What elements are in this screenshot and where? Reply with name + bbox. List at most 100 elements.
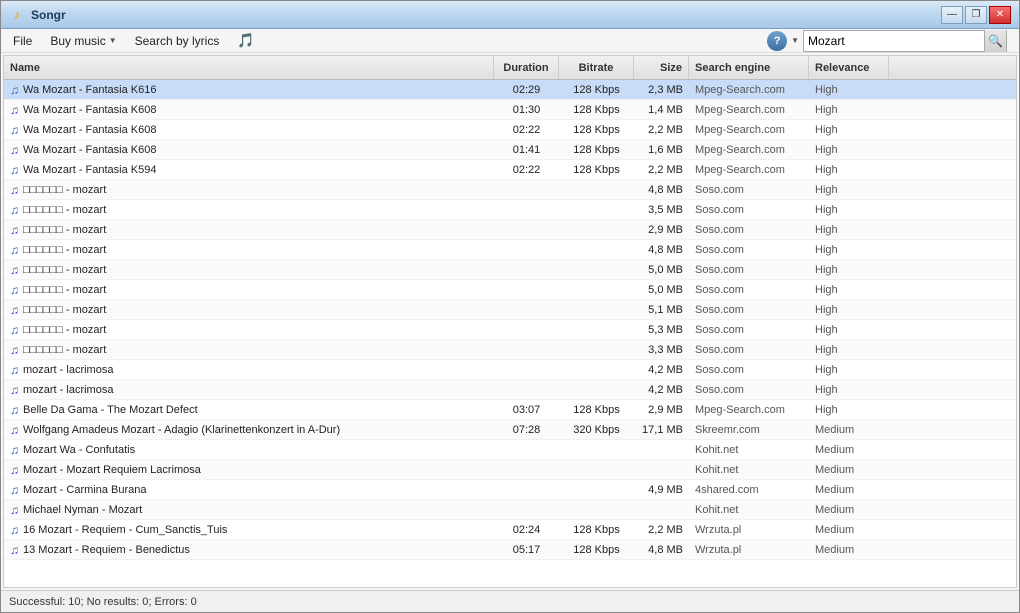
cell-engine: Wrzuta.pl — [689, 540, 809, 559]
cell-size: 4,8 MB — [634, 540, 689, 559]
menu-lyrics-icon[interactable]: 🎵 — [229, 30, 262, 51]
table-row[interactable]: ♫ □□□□□□ - mozart 3,5 MB Soso.com High — [4, 200, 1016, 220]
table-row[interactable]: ♫ Wa Mozart - Fantasia K608 01:41 128 Kb… — [4, 140, 1016, 160]
cell-engine: Soso.com — [689, 220, 809, 239]
cell-name: ♫ □□□□□□ - mozart — [4, 240, 494, 259]
cell-relevance: Medium — [809, 440, 889, 459]
cell-relevance: Medium — [809, 420, 889, 439]
cell-engine: Soso.com — [689, 320, 809, 339]
table-row[interactable]: ♫ □□□□□□ - mozart 5,1 MB Soso.com High — [4, 300, 1016, 320]
table-row[interactable]: ♫ □□□□□□ - mozart 5,0 MB Soso.com High — [4, 280, 1016, 300]
note-icon: ♫ — [10, 343, 19, 357]
table-row[interactable]: ♫ Belle Da Gama - The Mozart Defect 03:0… — [4, 400, 1016, 420]
table-row[interactable]: ♫ Mozart Wa - Confutatis Kohit.net Mediu… — [4, 440, 1016, 460]
close-button[interactable]: ✕ — [989, 6, 1011, 24]
table-row[interactable]: ♫ □□□□□□ - mozart 4,8 MB Soso.com High — [4, 180, 1016, 200]
table-row[interactable]: ♫ Wolfgang Amadeus Mozart - Adagio (Klar… — [4, 420, 1016, 440]
table-row[interactable]: ♫ □□□□□□ - mozart 3,3 MB Soso.com High — [4, 340, 1016, 360]
cell-relevance: High — [809, 260, 889, 279]
cell-engine: Wrzuta.pl — [689, 520, 809, 539]
cell-duration — [494, 220, 559, 239]
cell-bitrate: 128 Kbps — [559, 160, 634, 179]
cell-relevance: Medium — [809, 520, 889, 539]
cell-size: 2,2 MB — [634, 520, 689, 539]
cell-relevance: High — [809, 320, 889, 339]
cell-bitrate — [559, 440, 634, 459]
table-row[interactable]: ♫ □□□□□□ - mozart 5,0 MB Soso.com High — [4, 260, 1016, 280]
cell-name: ♫ mozart - lacrimosa — [4, 380, 494, 399]
cell-bitrate — [559, 200, 634, 219]
cell-engine: Soso.com — [689, 240, 809, 259]
cell-engine: Mpeg-Search.com — [689, 140, 809, 159]
cell-size: 2,2 MB — [634, 120, 689, 139]
table-row[interactable]: ♫ □□□□□□ - mozart 5,3 MB Soso.com High — [4, 320, 1016, 340]
cell-engine: Kohit.net — [689, 440, 809, 459]
search-area: ? ▼ 🔍 — [767, 30, 1015, 52]
table-row[interactable]: ♫ Wa Mozart - Fantasia K616 02:29 128 Kb… — [4, 80, 1016, 100]
menu-search-by-lyrics[interactable]: Search by lyrics — [127, 32, 228, 50]
table-row[interactable]: ♫ Wa Mozart - Fantasia K608 02:22 128 Kb… — [4, 120, 1016, 140]
cell-bitrate: 128 Kbps — [559, 100, 634, 119]
table-row[interactable]: ♫ Wa Mozart - Fantasia K594 02:22 128 Kb… — [4, 160, 1016, 180]
cell-relevance: High — [809, 220, 889, 239]
table-row[interactable]: ♫ 13 Mozart - Requiem - Benedictus 05:17… — [4, 540, 1016, 560]
table-row[interactable]: ♫ mozart - lacrimosa 4,2 MB Soso.com Hig… — [4, 380, 1016, 400]
cell-relevance: High — [809, 100, 889, 119]
table-row[interactable]: ♫ mozart - lacrimosa 4,2 MB Soso.com Hig… — [4, 360, 1016, 380]
cell-size: 4,9 MB — [634, 480, 689, 499]
cell-duration — [494, 180, 559, 199]
cell-size: 2,9 MB — [634, 400, 689, 419]
table-row[interactable]: ♫ Mozart - Mozart Requiem Lacrimosa Kohi… — [4, 460, 1016, 480]
note-icon: ♫ — [10, 223, 19, 237]
col-header-duration[interactable]: Duration — [494, 56, 559, 79]
cell-name: ♫ Mozart - Carmina Burana — [4, 480, 494, 499]
cell-name: ♫ □□□□□□ - mozart — [4, 220, 494, 239]
table-row[interactable]: ♫ Michael Nyman - Mozart Kohit.net Mediu… — [4, 500, 1016, 520]
cell-engine: Soso.com — [689, 340, 809, 359]
col-header-relevance[interactable]: Relevance — [809, 56, 889, 79]
col-header-engine[interactable]: Search engine — [689, 56, 809, 79]
help-button[interactable]: ? — [767, 31, 787, 51]
menu-file[interactable]: File — [5, 32, 40, 50]
cell-duration — [494, 480, 559, 499]
cell-name: ♫ Mozart - Mozart Requiem Lacrimosa — [4, 460, 494, 479]
cell-name: ♫ 13 Mozart - Requiem - Benedictus — [4, 540, 494, 559]
list-body[interactable]: ♫ Wa Mozart - Fantasia K616 02:29 128 Kb… — [4, 80, 1016, 587]
table-row[interactable]: ♫ Wa Mozart - Fantasia K608 01:30 128 Kb… — [4, 100, 1016, 120]
table-row[interactable]: ♫ Mozart - Carmina Burana 4,9 MB 4shared… — [4, 480, 1016, 500]
note-icon: ♫ — [10, 463, 19, 477]
menu-buy-music[interactable]: Buy music ▼ — [42, 32, 124, 50]
cell-engine: Mpeg-Search.com — [689, 400, 809, 419]
cell-bitrate — [559, 500, 634, 519]
search-button[interactable]: 🔍 — [984, 30, 1006, 52]
note-icon: ♫ — [10, 183, 19, 197]
cell-duration — [494, 500, 559, 519]
note-icon: ♫ — [10, 303, 19, 317]
cell-name: ♫ Wa Mozart - Fantasia K608 — [4, 140, 494, 159]
note-icon: ♫ — [10, 143, 19, 157]
table-row[interactable]: ♫ □□□□□□ - mozart 4,8 MB Soso.com High — [4, 240, 1016, 260]
cell-size: 5,1 MB — [634, 300, 689, 319]
col-header-size[interactable]: Size — [634, 56, 689, 79]
table-row[interactable]: ♫ 16 Mozart - Requiem - Cum_Sanctis_Tuis… — [4, 520, 1016, 540]
cell-duration — [494, 460, 559, 479]
note-icon: ♫ — [10, 443, 19, 457]
cell-size: 4,8 MB — [634, 180, 689, 199]
cell-engine: Mpeg-Search.com — [689, 120, 809, 139]
cell-bitrate — [559, 300, 634, 319]
cell-engine: Soso.com — [689, 180, 809, 199]
cell-bitrate — [559, 460, 634, 479]
table-row[interactable]: ♫ □□□□□□ - mozart 2,9 MB Soso.com High — [4, 220, 1016, 240]
cell-name: ♫ □□□□□□ - mozart — [4, 200, 494, 219]
cell-bitrate — [559, 260, 634, 279]
col-header-bitrate[interactable]: Bitrate — [559, 56, 634, 79]
cell-name: ♫ □□□□□□ - mozart — [4, 260, 494, 279]
menu-bar: File Buy music ▼ Search by lyrics 🎵 ? ▼ … — [1, 29, 1019, 53]
cell-duration — [494, 300, 559, 319]
col-header-name[interactable]: Name — [4, 56, 494, 79]
cell-size: 1,6 MB — [634, 140, 689, 159]
minimize-button[interactable]: — — [941, 6, 963, 24]
restore-button[interactable]: ❐ — [965, 6, 987, 24]
cell-bitrate: 128 Kbps — [559, 540, 634, 559]
search-input[interactable] — [804, 31, 984, 51]
